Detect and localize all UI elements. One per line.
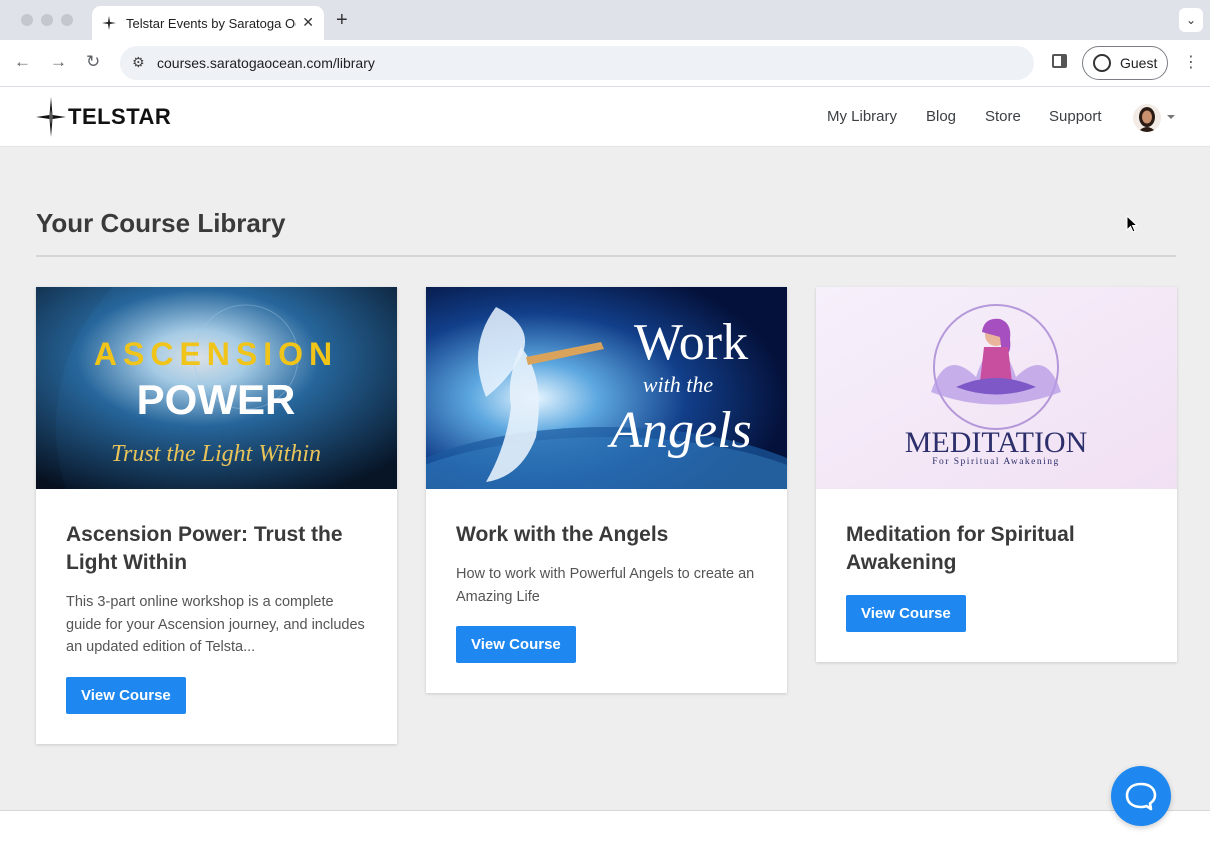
site-viewport: TELSTAR My Library Blog Store Support Yo… [0, 87, 1210, 866]
window-minimize-dot[interactable] [41, 14, 53, 26]
site-header: TELSTAR My Library Blog Store Support [0, 87, 1210, 147]
image-heading-power: POWER [137, 376, 296, 423]
course-image-ascension[interactable]: ASCENSION POWER Trust the Light Within [36, 287, 397, 489]
course-title[interactable]: Meditation for Spiritual Awakening [846, 521, 1147, 577]
course-title[interactable]: Ascension Power: Trust the Light Within [66, 521, 367, 577]
window-zoom-dot[interactable] [61, 14, 73, 26]
mouse-cursor-icon [1126, 215, 1138, 233]
browser-menu-icon[interactable]: ⋮ [1183, 52, 1199, 72]
telstar-logo[interactable]: TELSTAR [36, 97, 171, 137]
nav-my-library[interactable]: My Library [827, 108, 897, 125]
nav-support[interactable]: Support [1049, 108, 1102, 125]
image-tagline-ascension: Trust the Light Within [111, 441, 321, 467]
profile-button[interactable]: Guest [1082, 46, 1168, 80]
tab-title: Telstar Events by Saratoga Oc [126, 15, 296, 31]
course-card: MEDITATION For Spiritual Awakening Medit… [816, 287, 1177, 662]
browser-tab-strip: Telstar Events by Saratoga Oc ✕ + ⌄ [0, 0, 1210, 40]
telstar-star-icon [36, 97, 66, 137]
browser-toolbar: ← → ↻ ⚙ courses.saratogaocean.com/librar… [0, 40, 1210, 87]
window-close-dot[interactable] [21, 14, 33, 26]
tab-search-chevron-icon[interactable]: ⌄ [1179, 8, 1203, 32]
course-card-body: Work with the Angels How to work with Po… [426, 489, 787, 693]
course-card: Work with the Angels Work with the Angel… [426, 287, 787, 693]
reload-icon[interactable]: ↻ [86, 52, 100, 72]
url-text[interactable]: courses.saratogaocean.com/library [157, 55, 375, 71]
help-chat-button[interactable] [1111, 766, 1171, 826]
profile-icon [1093, 54, 1111, 72]
view-course-button[interactable]: View Course [66, 676, 186, 714]
back-arrow-icon[interactable]: ← [14, 52, 31, 72]
image-heading-with-the: with the [643, 372, 714, 397]
telstar-favicon-icon [102, 16, 116, 30]
course-description: How to work with Powerful Angels to crea… [456, 566, 755, 605]
side-panel-icon[interactable] [1052, 54, 1067, 68]
profile-label: Guest [1120, 55, 1158, 71]
course-card-body: Meditation for Spiritual Awakening View … [816, 489, 1177, 662]
course-image-meditation[interactable]: MEDITATION For Spiritual Awakening [816, 287, 1177, 489]
image-heading-meditation: MEDITATION [905, 426, 1088, 459]
account-menu-caret-icon[interactable] [1167, 115, 1175, 119]
course-card-body: Ascension Power: Trust the Light Within … [36, 489, 397, 744]
course-description: This 3-part online workshop is a complet… [66, 594, 365, 655]
image-heading-work: Work [634, 314, 748, 371]
image-heading-angels: Angels [607, 402, 752, 459]
browser-tab[interactable]: Telstar Events by Saratoga Oc ✕ [92, 6, 324, 40]
forward-arrow-icon[interactable]: → [50, 52, 67, 72]
course-title[interactable]: Work with the Angels [456, 521, 757, 549]
address-bar[interactable]: ⚙ courses.saratogaocean.com/library [120, 46, 1034, 80]
site-settings-icon[interactable]: ⚙ [132, 54, 145, 71]
image-heading-ascension: ASCENSION [94, 336, 338, 372]
view-course-button[interactable]: View Course [456, 626, 576, 663]
course-image-angels[interactable]: Work with the Angels [426, 287, 787, 489]
logo-text: TELSTAR [68, 104, 172, 129]
image-tagline-meditation: For Spiritual Awakening [932, 457, 1060, 467]
nav-store[interactable]: Store [985, 108, 1021, 125]
page-title: Your Course Library [36, 208, 286, 238]
site-footer [0, 810, 1210, 866]
user-avatar[interactable] [1133, 104, 1161, 132]
close-tab-icon[interactable]: ✕ [302, 14, 314, 31]
new-tab-icon[interactable]: + [336, 9, 348, 32]
course-card: ASCENSION POWER Trust the Light Within A… [36, 287, 397, 744]
nav-blog[interactable]: Blog [926, 108, 956, 125]
title-divider [36, 255, 1176, 257]
view-course-button[interactable]: View Course [846, 595, 966, 632]
chat-bubble-icon [1125, 782, 1157, 811]
